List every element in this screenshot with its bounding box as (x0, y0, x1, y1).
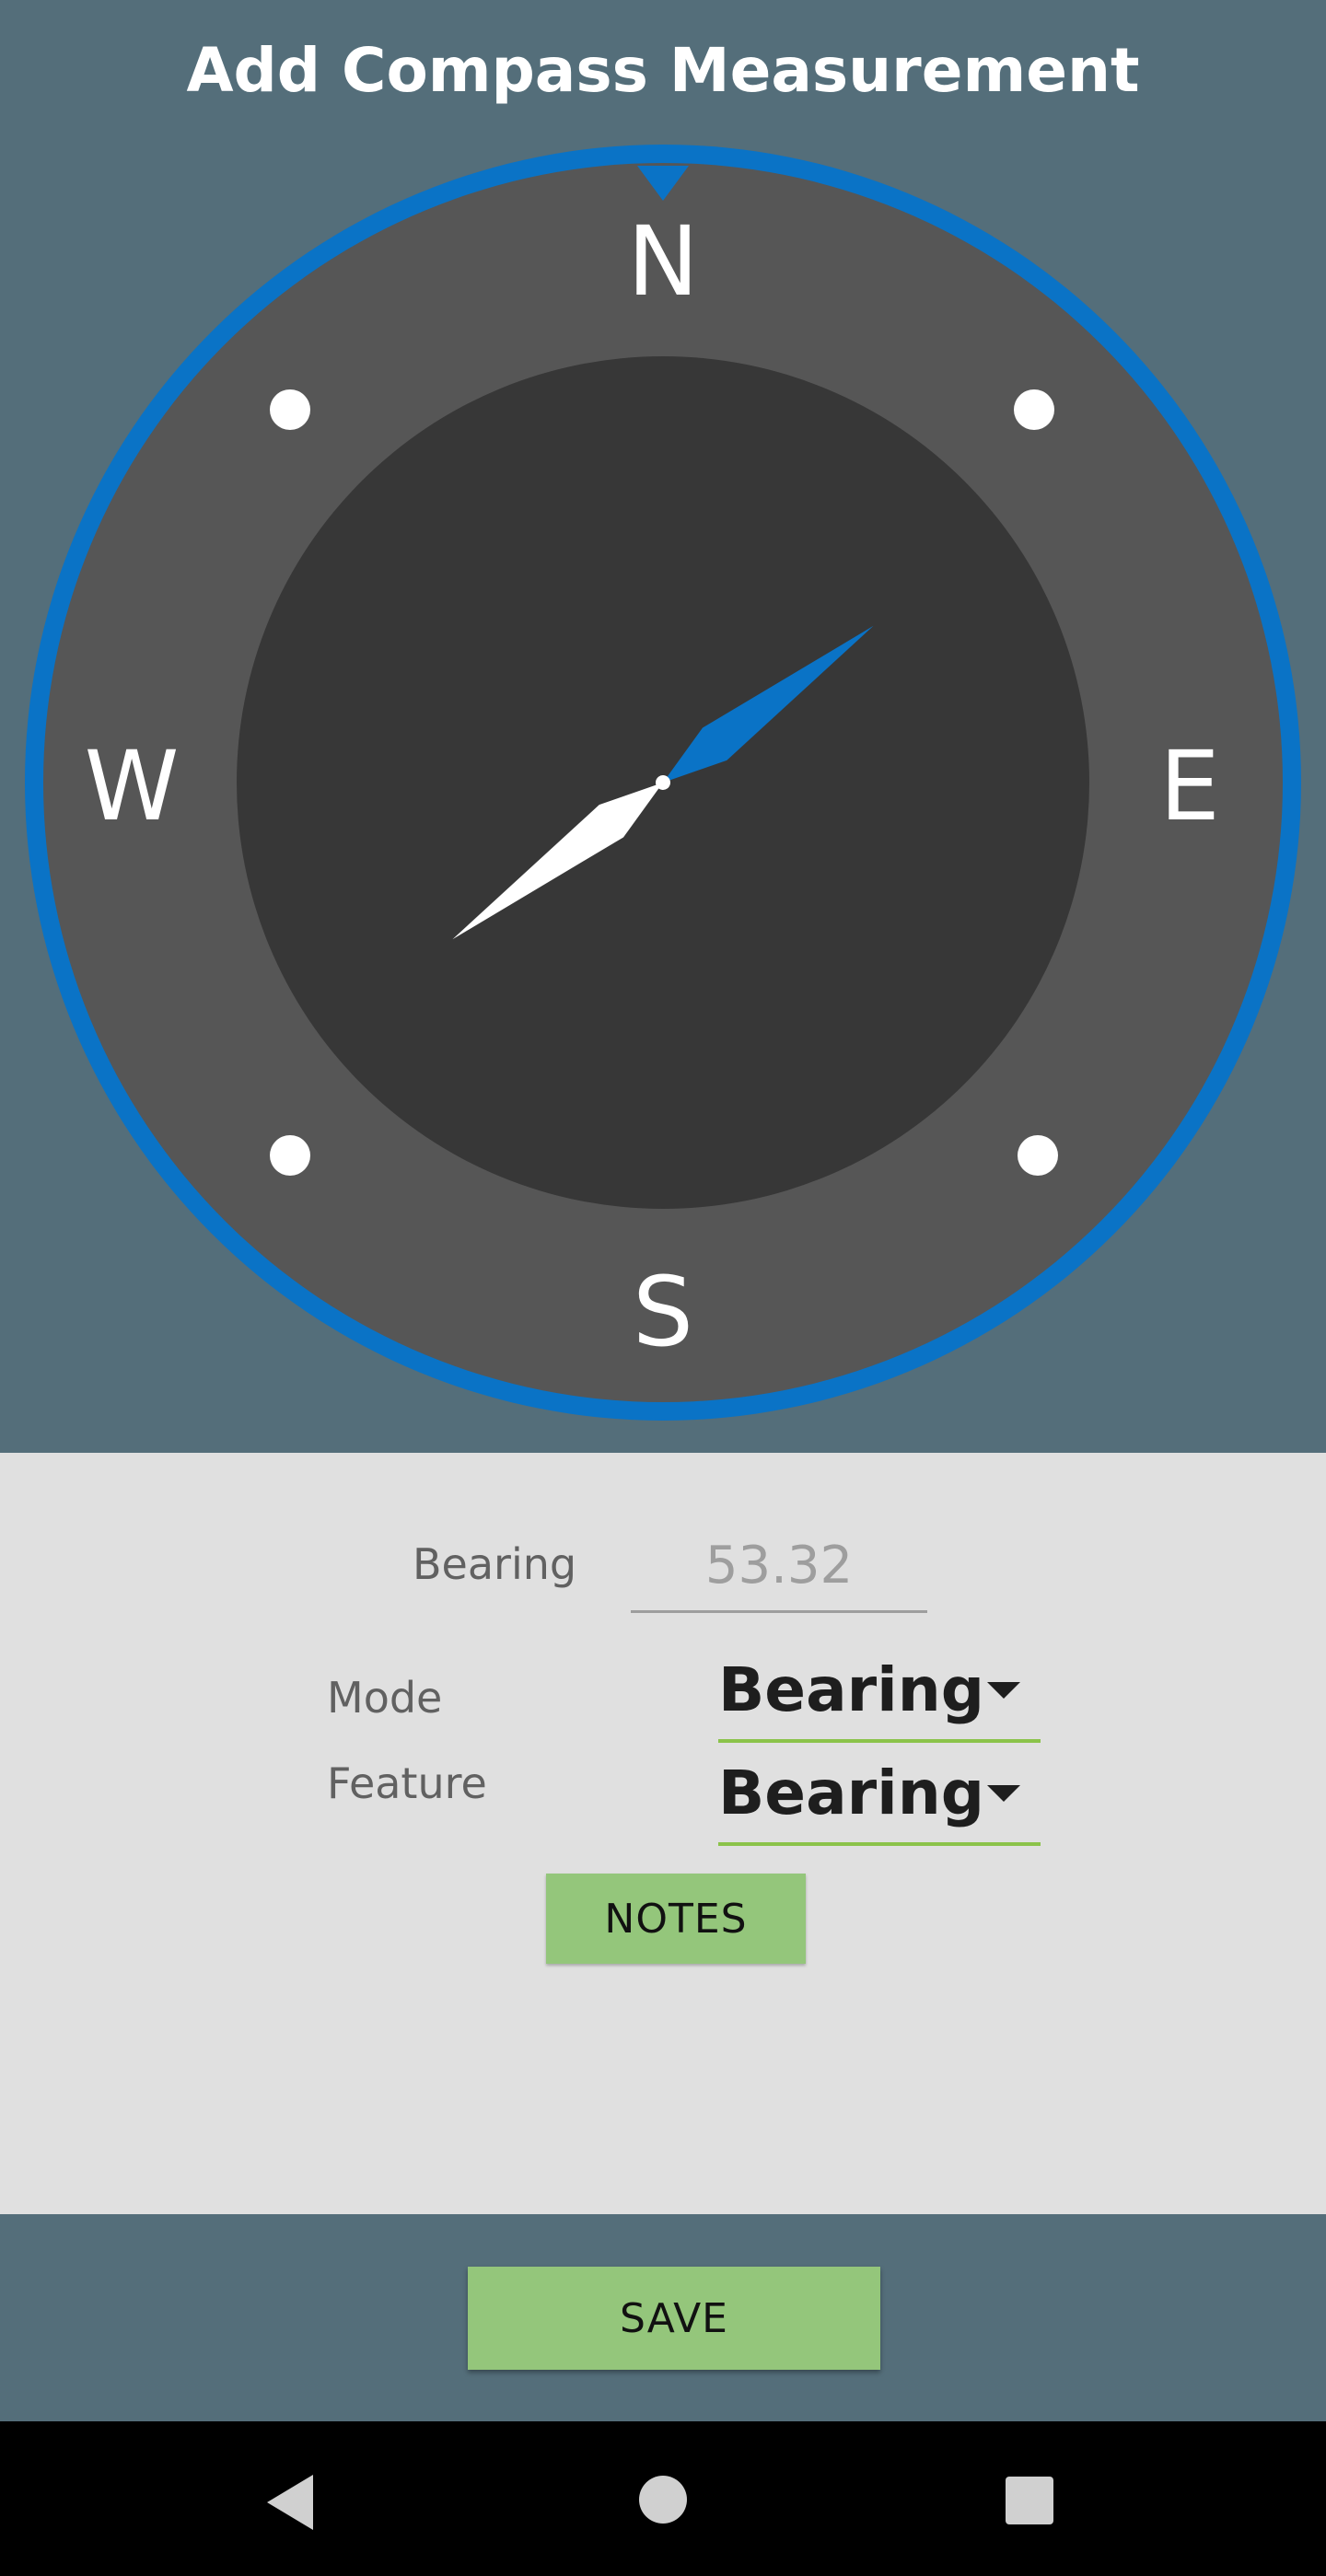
compass-header: Add Compass Measurement N E S W (0, 0, 1326, 1453)
feature-selected-value: Bearing (718, 1758, 985, 1828)
mode-dropdown[interactable]: Bearing (718, 1642, 1041, 1743)
cardinal-south: S (633, 1256, 693, 1368)
bearing-label: Bearing (413, 1539, 577, 1589)
feature-dropdown[interactable]: Bearing (718, 1745, 1041, 1846)
save-button[interactable]: SAVE (468, 2267, 880, 2370)
bearing-input[interactable] (631, 1521, 927, 1613)
ne-dot-icon (1014, 389, 1054, 430)
compass: N E S W (0, 120, 1326, 1445)
mode-label: Mode (327, 1673, 443, 1723)
back-triangle-icon[interactable] (267, 2475, 313, 2530)
feature-label: Feature (327, 1758, 487, 1808)
notes-button[interactable]: NOTES (546, 1874, 806, 1964)
home-circle-icon[interactable] (639, 2476, 687, 2524)
se-dot-icon (1018, 1135, 1058, 1176)
cardinal-west: W (85, 730, 180, 842)
mode-selected-value: Bearing (718, 1654, 985, 1725)
nw-dot-icon (270, 389, 310, 430)
chevron-down-icon (987, 1785, 1020, 1802)
cardinal-east: E (1159, 730, 1220, 842)
chevron-down-icon (987, 1682, 1020, 1699)
sw-dot-icon (270, 1135, 310, 1176)
cardinal-north: N (627, 205, 699, 318)
page-title: Add Compass Measurement (186, 35, 1140, 106)
recents-square-icon[interactable] (1006, 2477, 1053, 2524)
compass-dial: N E S W (25, 145, 1301, 1421)
